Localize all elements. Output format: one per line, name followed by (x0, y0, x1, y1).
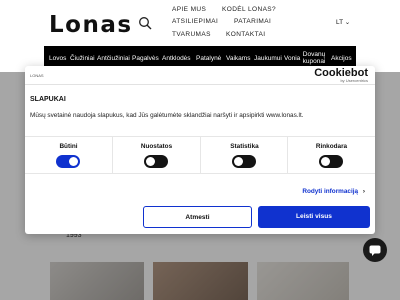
cookiebot-logo[interactable]: Cookiebot (314, 68, 368, 79)
chevron-right-icon: › (362, 188, 365, 195)
category-item[interactable]: Vaikams (226, 55, 250, 62)
category-item[interactable]: Patalynė (196, 55, 221, 62)
toggle-marketing: Rinkodara (287, 137, 375, 173)
site-logo-small: LONAS (30, 73, 44, 78)
category-item[interactable]: Vonia (284, 55, 300, 62)
lonas-logo[interactable]: Lonas (49, 12, 133, 38)
nav-reviews[interactable]: ATSILIEPIMAI (172, 18, 218, 25)
toggle-necessary: Būtini (25, 137, 112, 173)
category-item[interactable]: Jaukumui (254, 55, 282, 62)
toggle-label: Būtini (59, 143, 78, 150)
category-item[interactable]: Antčiužiniai (97, 55, 130, 62)
cookiebot-sublabel: by Usercentrics (340, 78, 368, 83)
toggle-label: Statistika (230, 143, 259, 150)
category-item[interactable]: Pagalvės (132, 55, 159, 62)
show-details-link[interactable]: Rodyti informaciją › (302, 188, 365, 195)
toggle-label: Nuostatos (140, 143, 173, 150)
cookie-consent-dialog: LONAS Cookiebot by Usercentrics SLAPUKAI… (25, 66, 375, 234)
toggle-statistics: Statistika (200, 137, 288, 173)
nav-contacts[interactable]: KONTAKTAI (226, 31, 265, 38)
nav-sustainability[interactable]: TVARUMAS (172, 31, 211, 38)
dialog-description: Mūsų svetainė naudoja slapukus, kad Jūs … (30, 112, 304, 119)
toggle-preferences: Nuostatos (112, 137, 200, 173)
dialog-title: SLAPUKAI (30, 96, 66, 103)
category-item[interactable]: Akcijos (331, 55, 352, 62)
statistics-switch[interactable] (232, 155, 256, 168)
search-icon[interactable] (138, 16, 152, 30)
chat-button[interactable] (363, 238, 387, 262)
chat-icon (369, 245, 381, 256)
necessary-switch[interactable] (56, 155, 80, 168)
toggle-label: Rinkodara (315, 143, 348, 150)
marketing-switch[interactable] (319, 155, 343, 168)
allow-all-button[interactable]: Leisti visus (258, 206, 370, 228)
dialog-header: LONAS Cookiebot by Usercentrics (25, 66, 375, 85)
category-item[interactable]: Lovos (49, 55, 66, 62)
language-selector[interactable]: LT ⌄ (336, 18, 350, 26)
category-item[interactable]: Antklodės (162, 55, 191, 62)
consent-toggles: Būtini Nuostatos Statistika Rinkodara (25, 136, 375, 174)
details-label: Rodyti informaciją (302, 188, 359, 195)
category-item[interactable]: Čiužiniai (70, 55, 95, 62)
category-item[interactable]: Dovanų kuponai (302, 51, 326, 65)
nav-tips[interactable]: PATARIMAI (234, 18, 271, 25)
nav-about[interactable]: APIE MUS (172, 6, 206, 13)
nav-why-lonas[interactable]: KODĖL LONAS? (222, 6, 276, 13)
deny-button[interactable]: Atmesti (143, 206, 252, 228)
preferences-switch[interactable] (144, 155, 168, 168)
